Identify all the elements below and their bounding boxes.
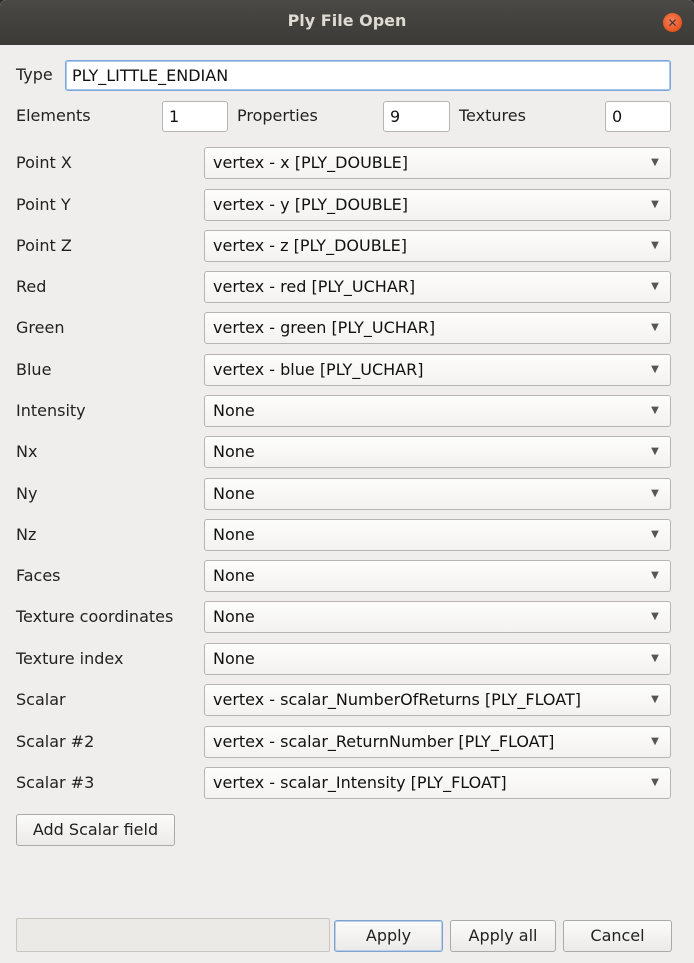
mapping-value: vertex - y [PLY_DOUBLE] [213, 195, 409, 214]
window-title: Ply File Open [287, 11, 407, 30]
mapping-label-faces: Faces [16, 566, 61, 585]
mapping-select-point-x[interactable]: vertex - x [PLY_DOUBLE] ▼ [204, 147, 671, 179]
mapping-label-ny: Ny [16, 484, 38, 503]
mapping-select-scalar-2[interactable]: vertex - scalar_ReturnNumber [PLY_FLOAT]… [204, 726, 671, 758]
chevron-down-icon: ▼ [651, 653, 659, 664]
chevron-down-icon: ▼ [651, 570, 659, 581]
mapping-select-scalar[interactable]: vertex - scalar_NumberOfReturns [PLY_FLO… [204, 684, 671, 716]
mapping-label-scalar-2: Scalar #2 [16, 732, 95, 751]
properties-label: Properties [237, 106, 318, 125]
mapping-label-point-x: Point X [16, 153, 72, 172]
status-area [16, 918, 330, 952]
chevron-down-icon: ▼ [651, 157, 659, 168]
mapping-value: vertex - scalar_Intensity [PLY_FLOAT] [213, 773, 507, 792]
mapping-label-blue: Blue [16, 360, 52, 379]
apply-button[interactable]: Apply [334, 920, 443, 952]
mapping-value: None [213, 649, 255, 668]
mapping-value: vertex - scalar_ReturnNumber [PLY_FLOAT] [213, 732, 555, 751]
chevron-down-icon: ▼ [651, 364, 659, 375]
mapping-label-texture-index: Texture index [16, 649, 124, 668]
chevron-down-icon: ▼ [651, 446, 659, 457]
mapping-label-scalar: Scalar [16, 690, 66, 709]
cancel-button[interactable]: Cancel [563, 920, 672, 952]
chevron-down-icon: ▼ [651, 199, 659, 210]
chevron-down-icon: ▼ [651, 611, 659, 622]
mapping-value: vertex - z [PLY_DOUBLE] [213, 236, 407, 255]
mapping-label-point-z: Point Z [16, 236, 72, 255]
mapping-select-point-y[interactable]: vertex - y [PLY_DOUBLE] ▼ [204, 189, 671, 221]
ply-open-dialog: Ply File Open ✕ Type PLY_LITTLE_ENDIAN E… [0, 0, 694, 963]
chevron-down-icon: ▼ [651, 405, 659, 416]
mapping-value: vertex - scalar_NumberOfReturns [PLY_FLO… [213, 690, 581, 709]
chevron-down-icon: ▼ [651, 777, 659, 788]
mapping-select-texture-coordinates[interactable]: None ▼ [204, 601, 671, 633]
mapping-label-nx: Nx [16, 442, 38, 461]
mapping-label-scalar-3: Scalar #3 [16, 773, 95, 792]
type-input[interactable]: PLY_LITTLE_ENDIAN [65, 60, 671, 91]
mapping-value: None [213, 484, 255, 503]
title-bar[interactable]: Ply File Open ✕ [0, 0, 694, 45]
chevron-down-icon: ▼ [651, 488, 659, 499]
mapping-value: vertex - red [PLY_UCHAR] [213, 277, 416, 296]
mapping-select-blue[interactable]: vertex - blue [PLY_UCHAR] ▼ [204, 354, 671, 386]
close-button[interactable]: ✕ [663, 13, 682, 32]
elements-input[interactable]: 1 [162, 101, 228, 132]
mapping-label-texture-coordinates: Texture coordinates [16, 607, 174, 626]
chevron-down-icon: ▼ [651, 281, 659, 292]
mapping-value: vertex - x [PLY_DOUBLE] [213, 153, 409, 172]
mapping-select-red[interactable]: vertex - red [PLY_UCHAR] ▼ [204, 271, 671, 303]
chevron-down-icon: ▼ [651, 694, 659, 705]
mapping-select-nz[interactable]: None ▼ [204, 519, 671, 551]
apply-all-button[interactable]: Apply all [450, 920, 556, 952]
mapping-value: None [213, 401, 255, 420]
mapping-label-red: Red [16, 277, 47, 296]
mapping-select-green[interactable]: vertex - green [PLY_UCHAR] ▼ [204, 312, 671, 344]
mapping-select-ny[interactable]: None ▼ [204, 478, 671, 510]
mapping-select-point-z[interactable]: vertex - z [PLY_DOUBLE] ▼ [204, 230, 671, 262]
mapping-label-intensity: Intensity [16, 401, 86, 420]
chevron-down-icon: ▼ [651, 322, 659, 333]
mapping-select-nx[interactable]: None ▼ [204, 436, 671, 468]
elements-label: Elements [16, 106, 91, 125]
mapping-label-point-y: Point Y [16, 195, 71, 214]
mapping-label-nz: Nz [16, 525, 37, 544]
mapping-select-texture-index[interactable]: None ▼ [204, 643, 671, 675]
type-label: Type [16, 65, 53, 84]
textures-label: Textures [459, 106, 526, 125]
mapping-value: None [213, 442, 255, 461]
textures-input[interactable]: 0 [605, 101, 671, 132]
add-scalar-field-button[interactable]: Add Scalar field [16, 814, 175, 846]
mapping-value: None [213, 525, 255, 544]
mapping-value: vertex - green [PLY_UCHAR] [213, 318, 436, 337]
chevron-down-icon: ▼ [651, 529, 659, 540]
mapping-label-green: Green [16, 318, 65, 337]
mapping-select-scalar-3[interactable]: vertex - scalar_Intensity [PLY_FLOAT] ▼ [204, 767, 671, 799]
mapping-select-intensity[interactable]: None ▼ [204, 395, 671, 427]
close-icon: ✕ [667, 15, 678, 30]
mapping-value: vertex - blue [PLY_UCHAR] [213, 360, 424, 379]
chevron-down-icon: ▼ [651, 240, 659, 251]
properties-input[interactable]: 9 [383, 101, 450, 132]
mapping-select-faces[interactable]: None ▼ [204, 560, 671, 592]
mapping-value: None [213, 607, 255, 626]
chevron-down-icon: ▼ [651, 736, 659, 747]
mapping-value: None [213, 566, 255, 585]
